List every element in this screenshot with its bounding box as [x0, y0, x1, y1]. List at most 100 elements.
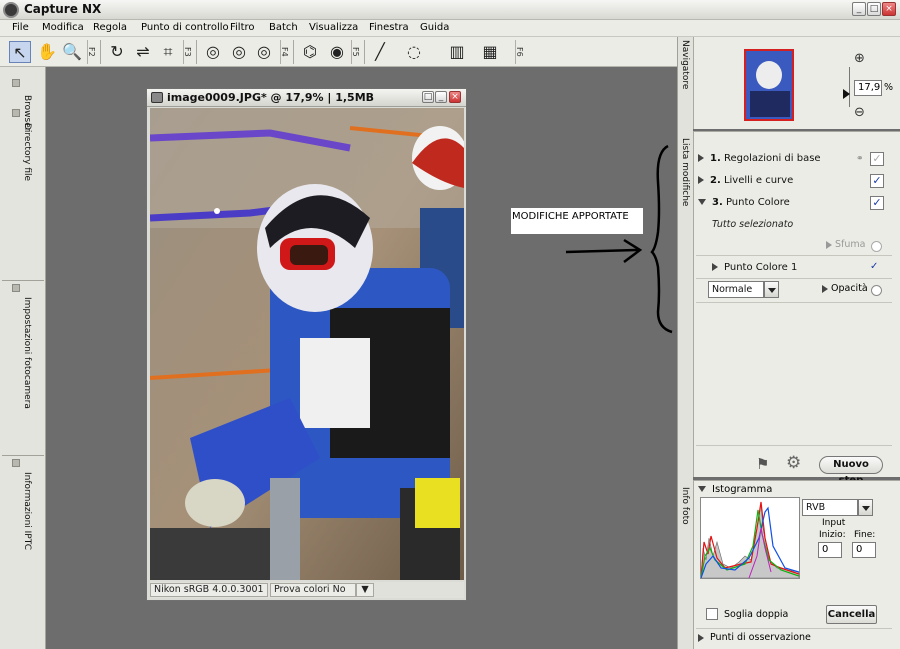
proof-colors-status[interactable]: Prova colori No [270, 583, 356, 597]
toolbar-group-f3[interactable]: F3 [183, 40, 192, 64]
brush-icon[interactable]: ╱ [369, 41, 391, 63]
toolbar-group-f4[interactable]: F4 [280, 40, 289, 64]
hand-icon[interactable]: ✋ [36, 41, 58, 63]
cancel-button[interactable]: Cancella [826, 605, 877, 624]
neutral-point-icon[interactable]: ◎ [253, 41, 275, 63]
minimize-button[interactable]: _ [852, 2, 866, 16]
step-punto-colore[interactable]: 3. Punto Colore [698, 193, 894, 213]
image-status-bar: Nikon sRGB 4.0.0.3001 Prova colori No ▼ [150, 582, 464, 598]
red-eye-icon[interactable]: ⌬ [299, 41, 321, 63]
toolbar-group-f5[interactable]: F5 [351, 40, 360, 64]
double-threshold-checkbox[interactable] [706, 608, 718, 620]
step-3-checkbox[interactable]: ✓ [870, 196, 884, 210]
crop-icon[interactable]: ⌗ [157, 41, 179, 63]
link-icon: ⚭ [856, 154, 864, 164]
proof-dropdown-icon[interactable]: ▼ [356, 583, 374, 597]
menu-punto-di-controllo[interactable]: Punto di controllo [141, 22, 229, 33]
feather-label[interactable]: Sfuma [826, 239, 865, 250]
zoom-slider[interactable] [849, 67, 850, 107]
menu-batch[interactable]: Batch [269, 22, 298, 33]
zoom-unit: % [884, 82, 894, 93]
gradient-icon[interactable]: ▥ [446, 41, 468, 63]
step-2-checkbox[interactable]: ✓ [870, 174, 884, 188]
menu-filtro[interactable]: Filtro [230, 22, 255, 33]
navigator-panel: ⊕ 17,9 % ⊖ [693, 37, 900, 129]
fill-icon[interactable]: ▦ [479, 41, 501, 63]
menu-guida[interactable]: Guida [420, 22, 449, 33]
panel-toggle[interactable] [12, 459, 20, 467]
motocross-image [150, 108, 464, 580]
flag-icon[interactable]: ⚑ [756, 455, 769, 473]
divider [696, 628, 892, 629]
histogram-header[interactable]: Istogramma [698, 484, 772, 495]
tab-directory-file[interactable]: Directory file [8, 123, 32, 181]
selection-status: Tutto selezionato [712, 219, 794, 230]
tab-info-foto[interactable]: Info foto [680, 487, 690, 525]
zoom-icon[interactable]: 🔍 [61, 41, 83, 63]
double-threshold-label: Soglia doppia [724, 609, 789, 620]
maximize-button[interactable]: □ [867, 2, 881, 16]
tab-impostazioni-fotocamera[interactable]: Impostazioni fotocamera [8, 297, 32, 409]
rotate-icon[interactable]: ↻ [106, 41, 128, 63]
opacity-radio[interactable] [871, 285, 882, 296]
step-1-checkbox[interactable]: ✓ [870, 152, 884, 166]
title-bar: Capture NX _ □ × [0, 0, 900, 20]
toolbar-group-f6[interactable]: F6 [515, 40, 524, 64]
menu-visualizza[interactable]: Visualizza [309, 22, 358, 33]
control-point-checkbox[interactable]: ✓ [870, 261, 878, 272]
lasso-icon[interactable]: ◌ [403, 41, 425, 63]
opacity-label[interactable]: Opacità [822, 283, 868, 294]
toolbar-separator [100, 40, 101, 64]
panel-toggle[interactable] [12, 109, 20, 117]
image-minimize-button[interactable]: _ [435, 91, 447, 103]
tab-navigatore[interactable]: Navigatore [680, 40, 690, 89]
zoom-input[interactable]: 17,9 [854, 80, 882, 96]
color-profile: Nikon sRGB 4.0.0.3001 [150, 583, 268, 597]
panel-toggle[interactable] [12, 79, 20, 87]
white-point-icon[interactable]: ◎ [228, 41, 250, 63]
blend-mode-dropdown-icon[interactable] [764, 281, 779, 298]
divider [696, 255, 892, 256]
left-panel: Browser Directory file Impostazioni foto… [0, 67, 46, 649]
menu-finestra[interactable]: Finestra [369, 22, 409, 33]
input-label: Input [822, 518, 846, 528]
image-window-titlebar[interactable]: image0009.JPG* @ 17,9% | 1,5MB _ □ × [147, 89, 466, 107]
eye-icon[interactable]: ◉ [326, 41, 348, 63]
feather-radio[interactable] [871, 241, 882, 252]
image-close-button[interactable]: × [449, 91, 461, 103]
zoom-in-icon[interactable]: ⊕ [854, 51, 865, 66]
image-window[interactable]: image0009.JPG* @ 17,9% | 1,5MB _ □ × Nik… [146, 88, 467, 601]
control-point-item[interactable]: Punto Colore 1 [712, 258, 872, 278]
direct-select-icon[interactable]: ↖ [9, 41, 31, 63]
image-title: image0009.JPG* @ 17,9% | 1,5MB [167, 91, 375, 104]
motocross-photo[interactable] [150, 108, 464, 580]
image-restore-button[interactable]: □ [422, 91, 434, 103]
channel-dropdown-icon[interactable] [858, 499, 873, 516]
close-button[interactable]: × [882, 2, 896, 16]
zoom-out-icon[interactable]: ⊖ [854, 105, 865, 120]
toolbar-group-f2[interactable]: F2 [87, 40, 96, 64]
panel-toggle[interactable] [12, 284, 20, 292]
step-regolazioni-di-base[interactable]: 1. Regolazioni di base [698, 149, 894, 169]
channel-select[interactable]: RVB [802, 499, 858, 516]
watch-points-header[interactable]: Punti di osservazione [698, 632, 811, 643]
menu-regola[interactable]: Regola [93, 22, 127, 33]
divider [696, 302, 892, 303]
settings-gear-icon[interactable]: ⚙ [786, 453, 801, 473]
menu-modifica[interactable]: Modifica [42, 22, 84, 33]
straighten-icon[interactable]: ⇌ [132, 41, 154, 63]
end-input[interactable]: 0 [852, 542, 876, 558]
black-point-icon[interactable]: ◎ [202, 41, 224, 63]
divider [696, 445, 892, 446]
zoom-slider-handle[interactable] [843, 89, 850, 99]
tab-lista-modifiche[interactable]: Lista modifiche [680, 138, 690, 206]
blend-mode-select[interactable]: Normale [708, 281, 764, 298]
start-input[interactable]: 0 [818, 542, 842, 558]
new-step-button[interactable]: Nuovo step [819, 456, 883, 486]
step-livelli-e-curve[interactable]: 2. Livelli e curve [698, 171, 894, 191]
annotation-arrow-icon [565, 144, 673, 334]
navigator-thumbnail[interactable] [744, 49, 794, 121]
window-title: Capture NX [24, 2, 102, 16]
menu-file[interactable]: File [12, 22, 29, 33]
tab-informazioni-iptc[interactable]: Informazioni IPTC [8, 472, 32, 550]
